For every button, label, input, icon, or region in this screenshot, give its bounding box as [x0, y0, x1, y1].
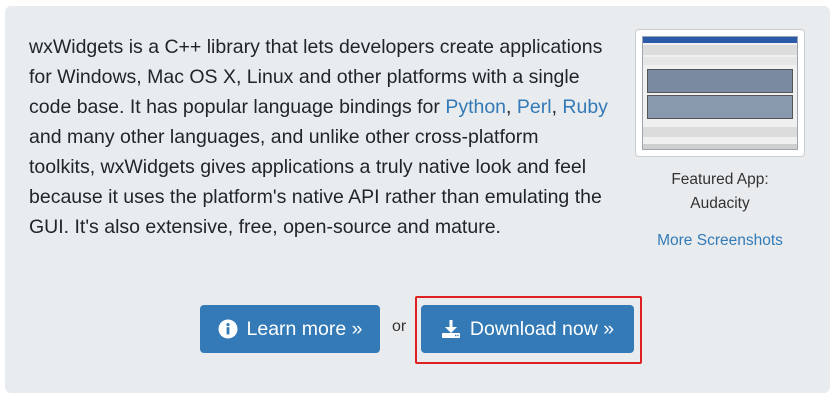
intro-text-after: and many other languages, and unlike oth… [29, 126, 602, 238]
perl-link[interactable]: Perl [517, 96, 552, 118]
learn-more-button[interactable]: Learn more » [200, 305, 380, 353]
python-link[interactable]: Python [445, 96, 506, 118]
more-screenshots-link[interactable]: More Screenshots [635, 232, 805, 250]
download-now-label: Download now » [469, 317, 615, 340]
featured-app-label: Featured App: [671, 171, 769, 188]
download-now-button[interactable]: Download now » [421, 305, 634, 353]
intro-text: wxWidgets is a C++ library that lets dev… [29, 36, 608, 238]
download-icon [441, 319, 461, 339]
featured-app-name: Audacity [690, 195, 750, 212]
featured-app-screenshot[interactable] [635, 29, 805, 157]
or-separator: or [392, 318, 407, 335]
audacity-thumbnail [642, 36, 798, 150]
info-icon [218, 319, 238, 339]
ruby-link[interactable]: Ruby [562, 96, 608, 118]
learn-more-label: Learn more » [246, 317, 363, 340]
